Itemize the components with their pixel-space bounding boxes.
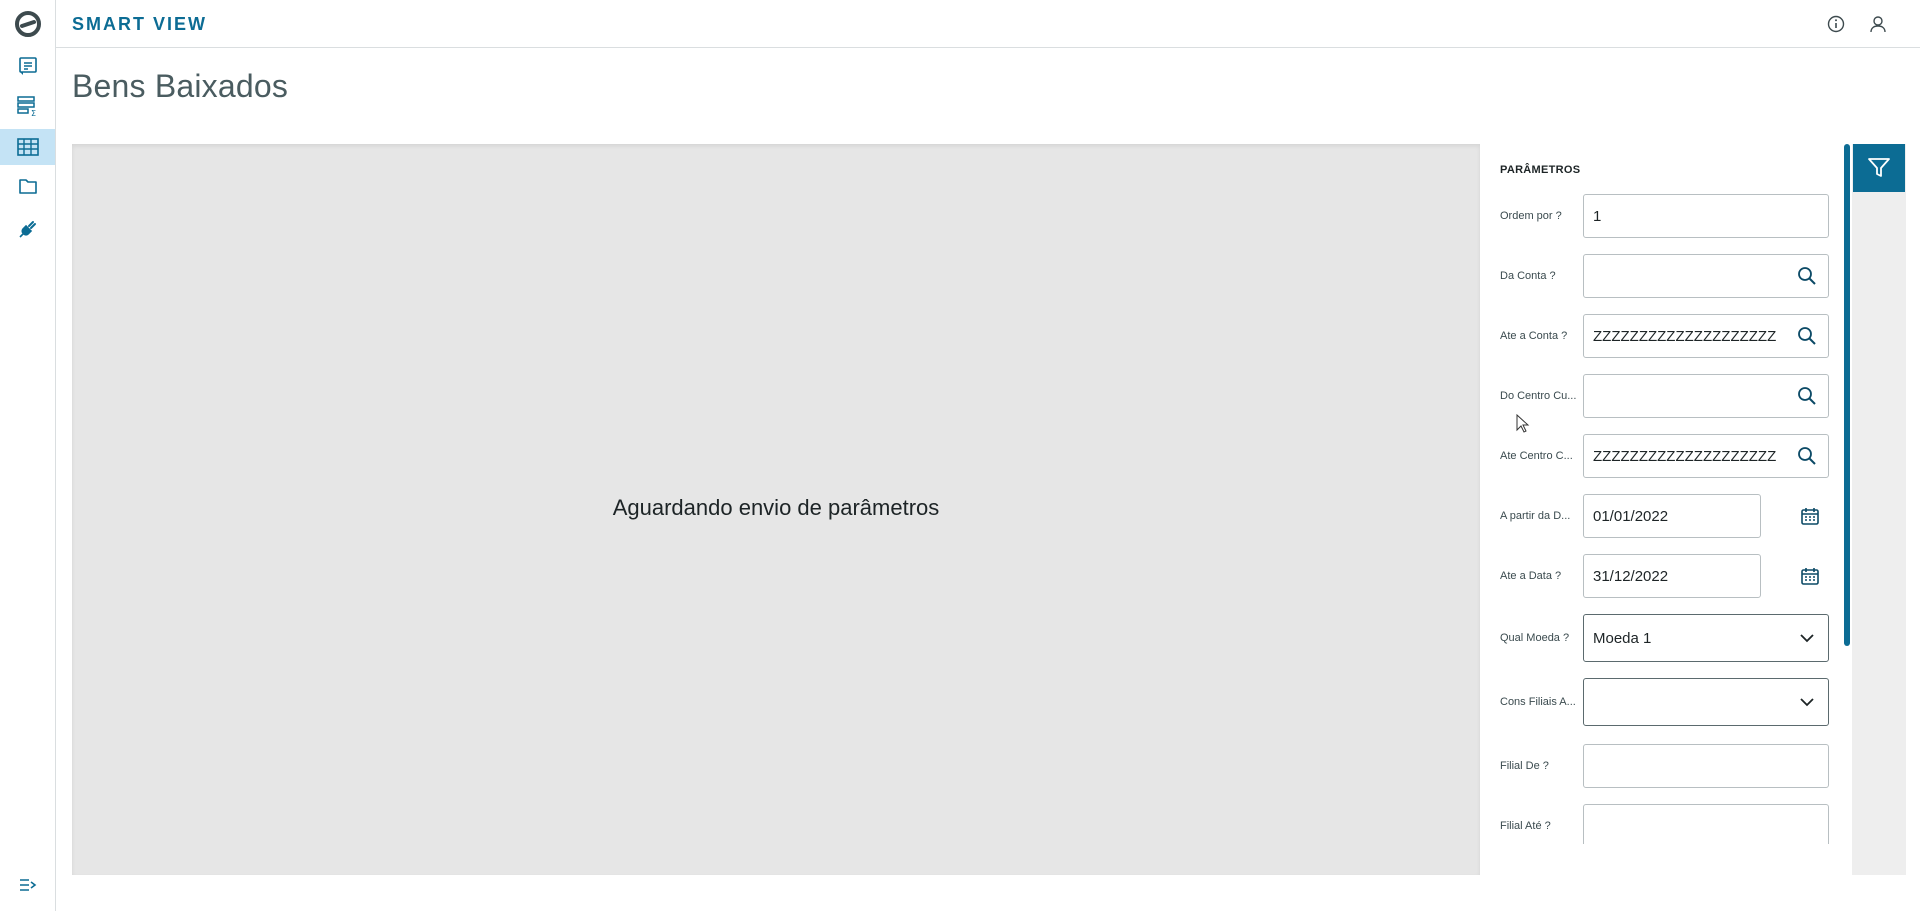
app-brand: SMART VIEW — [72, 14, 207, 34]
mouse-cursor-icon — [1516, 413, 1530, 434]
filial-ate-input[interactable] — [1583, 804, 1829, 844]
plug-icon[interactable] — [0, 211, 55, 247]
param-label: Ate Centro C... — [1500, 450, 1573, 462]
param-label: Ate a Data ? — [1500, 570, 1562, 582]
param-label: Filial Até ? — [1500, 820, 1551, 832]
param-value: 01/01/2022 — [1593, 507, 1669, 525]
param-row: Filial Até ? — [1500, 804, 1840, 844]
document-list-icon[interactable] — [0, 48, 55, 84]
waiting-message: Aguardando envio de parâmetros — [612, 494, 940, 520]
param-label: A partir da D... — [1500, 510, 1571, 522]
param-row: Qual Moeda ? Moeda 1 — [1500, 614, 1840, 662]
filter-strip — [1852, 144, 1906, 875]
search-icon[interactable] — [1795, 384, 1819, 408]
filial-de-input[interactable] — [1583, 744, 1829, 788]
user-icon[interactable] — [1866, 12, 1890, 36]
search-icon[interactable] — [1795, 324, 1819, 348]
qual-moeda-select[interactable]: Moeda 1 — [1583, 614, 1829, 662]
param-value: Moeda 1 — [1593, 629, 1652, 647]
search-icon[interactable] — [1795, 444, 1819, 468]
top-bar: SMART VIEW — [56, 0, 1920, 48]
param-label: Ordem por ? — [1500, 210, 1562, 222]
ordem-por-input[interactable]: 1 — [1583, 194, 1829, 238]
calendar-icon[interactable] — [1798, 504, 1822, 528]
chevron-down-icon[interactable] — [1795, 626, 1819, 650]
ate-a-conta-input[interactable]: ZZZZZZZZZZZZZZZZZZZZ — [1583, 314, 1829, 358]
collapse-menu-icon[interactable] — [0, 867, 55, 903]
param-row: Ate Centro C... ZZZZZZZZZZZZZZZZZZZZ — [1500, 434, 1840, 478]
ate-centro-custo-input[interactable]: ZZZZZZZZZZZZZZZZZZZZ — [1583, 434, 1829, 478]
param-label: Ate a Conta ? — [1500, 330, 1568, 342]
search-icon[interactable] — [1795, 264, 1819, 288]
chevron-down-icon[interactable] — [1795, 690, 1819, 714]
param-value: 31/12/2022 — [1593, 567, 1669, 585]
param-value: ZZZZZZZZZZZZZZZZZZZZ — [1593, 327, 1777, 345]
cons-filiais-select[interactable] — [1583, 678, 1829, 726]
param-label: Cons Filiais A... — [1500, 696, 1576, 708]
params-title: PARÂMETROS — [1500, 164, 1581, 176]
param-row: A partir da D... 01/01/2022 — [1500, 494, 1840, 538]
da-conta-input[interactable] — [1583, 254, 1829, 298]
info-icon[interactable] — [1824, 12, 1848, 36]
params-scrollbar[interactable] — [1844, 144, 1850, 646]
data-fim-input[interactable]: 31/12/2022 — [1583, 554, 1761, 598]
param-row: Ate a Conta ? ZZZZZZZZZZZZZZZZZZZZ — [1500, 314, 1840, 358]
param-row: Da Conta ? — [1500, 254, 1840, 298]
filter-icon[interactable] — [1853, 144, 1905, 192]
page-title: Bens Baixados — [72, 68, 289, 104]
param-value: 1 — [1593, 207, 1602, 225]
param-row: Ordem por ? 1 — [1500, 194, 1840, 238]
do-centro-custo-input[interactable] — [1583, 374, 1829, 418]
param-row: Cons Filiais A... — [1500, 678, 1840, 726]
table-grid-icon[interactable] — [0, 129, 55, 165]
param-label: Da Conta ? — [1500, 270, 1556, 282]
folder-icon[interactable] — [0, 168, 55, 204]
param-label: Qual Moeda ? — [1500, 632, 1570, 644]
params-panel: PARÂMETROS Ordem por ? 1 Da Conta ? Ate … — [1480, 144, 1852, 844]
calendar-icon[interactable] — [1798, 564, 1822, 588]
param-row: Filial De ? — [1500, 744, 1840, 788]
data-inicio-input[interactable]: 01/01/2022 — [1583, 494, 1761, 538]
param-row: Do Centro Cu... — [1500, 374, 1840, 418]
svg-text:Σ: Σ — [31, 109, 36, 117]
side-rail: Σ — [0, 0, 56, 911]
param-label: Do Centro Cu... — [1500, 390, 1577, 402]
summary-table-icon[interactable]: Σ — [0, 88, 55, 124]
report-area: Aguardando envio de parâmetros — [72, 144, 1480, 875]
param-value: ZZZZZZZZZZZZZZZZZZZZ — [1593, 447, 1777, 465]
totvs-logo-icon[interactable] — [14, 10, 42, 38]
param-row: Ate a Data ? 31/12/2022 — [1500, 554, 1840, 598]
param-label: Filial De ? — [1500, 760, 1549, 772]
